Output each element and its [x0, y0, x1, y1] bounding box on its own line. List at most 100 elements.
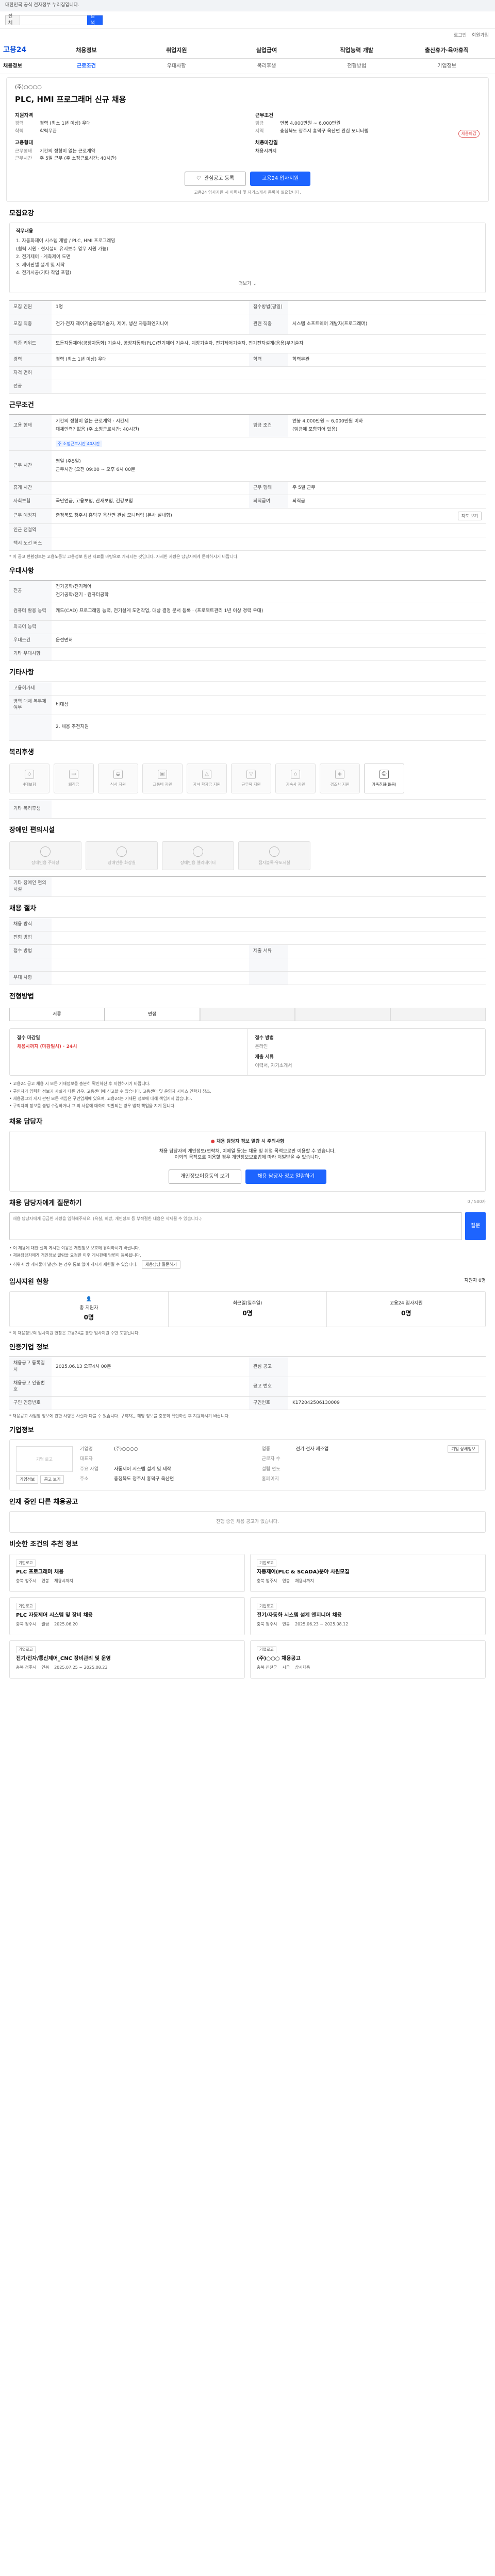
apply-button[interactable]: 고용24 입사지원: [250, 171, 311, 186]
gov-banner-text: 대한민국 공식 전자정부 누리집입니다.: [5, 3, 79, 8]
search-input[interactable]: [20, 17, 87, 23]
section-heading-recruit: 모집요강: [9, 210, 34, 218]
view-contact-button[interactable]: 채용 담당자 정보 열람하기: [245, 1170, 326, 1184]
tab-welfare[interactable]: 복리후생: [222, 63, 312, 70]
section-heading-others: 인재 중인 다른 채용공고: [9, 1498, 78, 1506]
gift-icon: ◈: [335, 769, 344, 779]
apply-heading: 접수 마감일: [17, 1035, 40, 1041]
card-pay: 연봉: [41, 1579, 50, 1584]
stats-note: * 이 채용정보의 입사지원 현황은 고용24를 통한 입사지원 수만 포함됩니…: [9, 1330, 140, 1335]
welfare-label: 근무복 지원: [241, 782, 261, 787]
privacy-consent-button[interactable]: 개인정보이용동의 보기: [169, 1170, 242, 1184]
table-value: [52, 621, 486, 634]
card-logo: 기업로고: [16, 1602, 36, 1611]
qna-header: 채용 담당자에게 질문하기 0 / 500자: [0, 1192, 495, 1212]
login-link[interactable]: 로그인: [454, 32, 467, 39]
card-period: 채용시까지: [54, 1579, 73, 1584]
braille-icon: [269, 846, 279, 857]
table-key: 관심 공고: [249, 1357, 288, 1377]
tab-process[interactable]: 전형방법: [311, 63, 402, 70]
table-key: [9, 715, 52, 740]
scrap-button[interactable]: ♡ 관심공고 등록: [184, 171, 246, 186]
card-logo: 기업로고: [257, 1646, 276, 1654]
tab-preferences[interactable]: 우대사항: [131, 63, 222, 70]
table-value: 2025.06.13 오후4시 00분: [56, 1364, 111, 1369]
chevron-down-icon: ⌄: [253, 281, 257, 286]
similar-job-card[interactable]: 기업로고 PLC 프로그래머 채용 충북 청주시 연봉 채용시까지: [9, 1553, 245, 1592]
card-title: 전기/전자/통신제어_CNC 장비관리 및 운영: [16, 1656, 111, 1662]
table-value: 퇴직금: [292, 499, 305, 504]
table-value: 운전면허: [56, 637, 73, 643]
process-steps: 서류 면접: [9, 1007, 486, 1021]
signup-link[interactable]: 회원가입: [472, 32, 489, 39]
process-step: 면접: [104, 1007, 200, 1021]
table-value: 비대상: [56, 702, 69, 708]
search-scope-select[interactable]: 전체: [6, 14, 20, 26]
welfare-label: 자녀 학자금 지원: [193, 782, 221, 787]
card-pay: 연봉: [41, 1665, 50, 1670]
similar-jobs: 기업로고 PLC 프로그래머 채용 충북 청주시 연봉 채용시까지 기업로고 자동제어(P…: [9, 1553, 486, 1679]
elevator-icon: [193, 846, 203, 857]
similar-job-card[interactable]: 기업로고 전기/자동화 시스템 설계 엔지니어 채용 충북 청주시 연봉 2025.06…: [250, 1597, 486, 1635]
gnb-item-training[interactable]: 직업능력 개발: [311, 46, 402, 54]
welfare-item: ◇ 4대보험: [9, 764, 50, 794]
toilet-icon: [117, 846, 127, 857]
map-button[interactable]: 지도 보기: [458, 511, 482, 521]
facility-note-table: 기타 장애인 편의시설: [9, 876, 486, 897]
company-info-button[interactable]: 기업정보: [16, 1475, 39, 1484]
table-value: 전기공학/전기제어: [56, 584, 92, 590]
table-key: 전공: [9, 581, 52, 602]
similar-job-card[interactable]: 기업로고 전기/전자/통신제어_CNC 장비관리 및 운영 충북 청주시 연봉 2025…: [9, 1640, 245, 1679]
company-key: 기업명: [80, 1447, 93, 1452]
send-question-button[interactable]: 질문: [465, 1212, 486, 1241]
shirt-icon: ▽: [246, 769, 256, 779]
search-box: 전체 검색: [5, 14, 103, 26]
similar-job-card[interactable]: 기업로고 자동제어(PLC & SCADA)분야 사원모집 충북 청주시 연봉 채용시까…: [250, 1553, 486, 1592]
tab-conditions[interactable]: 근로조건: [41, 63, 131, 70]
summary-key: 학력: [15, 128, 24, 134]
card-title: (주)○○○ 채용공고: [257, 1656, 301, 1662]
applicant-count: 0명: [478, 1278, 486, 1283]
tab-company[interactable]: 기업정보: [402, 63, 492, 70]
company-value: [296, 1456, 441, 1464]
gnb-item-jobs[interactable]: 채용정보: [41, 46, 131, 54]
card-title: PLC 프로그래머 채용: [16, 1569, 64, 1575]
table-key: 관련 직종: [249, 314, 288, 334]
facility-item: 장애인용 주차장: [9, 841, 81, 871]
card-logo: 기업로고: [257, 1602, 276, 1611]
summary-value: 경력 (최소 1년 이상) 우대: [40, 121, 91, 127]
more-button[interactable]: 더보기 ⌄: [16, 281, 479, 287]
gnb-item-benefit[interactable]: 실업급여: [222, 46, 312, 54]
table-value: 대체인력? 없음 (주 소정근로시간: 40시간): [56, 427, 139, 432]
facility-cards: 장애인용 주차장 장애인용 화장실 장애인용 엘리베이터 점자블록·유도시설: [9, 841, 486, 871]
company-detail-button[interactable]: 기업 상세정보: [448, 1445, 479, 1453]
card-period: 2025.06.23 ~ 2025.08.12: [295, 1622, 349, 1627]
similar-job-card[interactable]: 기업로고 (주)○○○ 채용공고 충북 진천군 시급 상시채용: [250, 1640, 486, 1679]
search-button[interactable]: 검색: [87, 14, 103, 26]
gnb-item-support[interactable]: 취업지원: [131, 46, 222, 54]
ask-button[interactable]: 채용담당 질문하기: [141, 1260, 181, 1269]
process-step: [200, 1007, 295, 1021]
site-logo[interactable]: 고용24: [3, 45, 41, 56]
table-key: [249, 971, 288, 985]
table-key: 학력: [249, 353, 288, 366]
wallet-icon: ▭: [69, 769, 78, 779]
summary-value: 충청북도 청주시 흥덕구 옥산면 관심 모니터링: [280, 128, 369, 134]
summary-key: 근무형태: [15, 148, 32, 154]
table-value: [52, 972, 249, 985]
note-line: • 허위·비방 게시물이 발견되는 경우 통보 없이 게시가 제한될 수 있습니…: [9, 1262, 138, 1267]
company-value: 전기·전자 제조업: [295, 1447, 329, 1452]
card-title: 자동제어(PLC & SCADA)분야 사원모집: [257, 1569, 350, 1575]
question-input[interactable]: [9, 1212, 462, 1241]
table-key: [9, 958, 52, 971]
welfare-item-active: ☺ 가족친화(돌봄): [364, 764, 404, 794]
table-value: 기간의 정함이 없는 근로계약 · 시간제: [56, 419, 129, 425]
similar-job-card[interactable]: 기업로고 PLC 자동제어 시스템 및 장비 채용 충북 청주시 월급 2025.06.…: [9, 1597, 245, 1635]
gnb-item-leave[interactable]: 출산휴가·육아휴직: [402, 46, 492, 54]
facility-item: 장애인용 엘리베이터: [162, 841, 234, 871]
tab-recruit[interactable]: 채용정보: [3, 63, 41, 70]
section-heading-other: 기타사항: [9, 668, 34, 676]
company-value: 자동제어 시스템 설계 및 제작: [114, 1466, 171, 1472]
desc-line: 2. 전기제어 · 계측제어 도면: [16, 255, 71, 260]
company-jobs-button[interactable]: 공고 보기: [40, 1475, 64, 1484]
